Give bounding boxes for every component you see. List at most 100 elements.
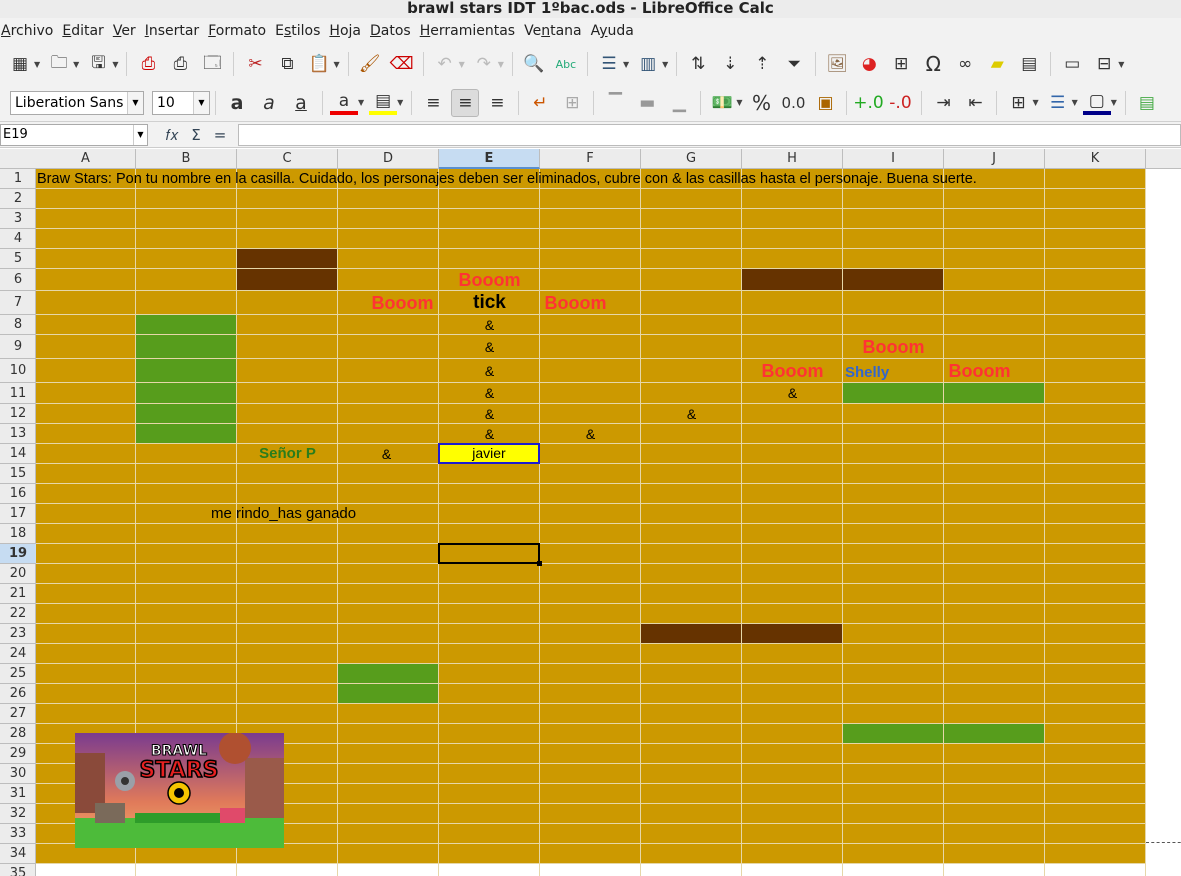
row-icon[interactable]: ☰ <box>595 50 623 78</box>
borders-icon[interactable]: ⊞ <box>1004 89 1032 117</box>
column-icon[interactable]: ▥ <box>634 50 662 78</box>
print-icon[interactable]: ⎙ <box>166 50 194 78</box>
menu-herramientas[interactable]: Herramientas <box>419 23 523 39</box>
font-size-box[interactable]: 10 ▼ <box>152 90 210 115</box>
highlight-color-icon[interactable]: ▤ <box>369 91 398 115</box>
undo-dropdown-icon[interactable]: ▼ <box>459 60 465 69</box>
menu-estilos[interactable]: Estilos <box>274 23 328 39</box>
increase-indent-icon[interactable]: ⇥ <box>929 89 957 117</box>
player-name-cell[interactable]: javier <box>438 443 540 464</box>
spelling-icon[interactable]: Abc <box>552 50 580 78</box>
sort-icon[interactable]: ⇅ <box>684 50 712 78</box>
align-left-icon[interactable]: ≡ <box>419 89 447 117</box>
find-replace-icon[interactable]: 🔍 <box>520 50 548 78</box>
italic-icon[interactable]: a <box>255 89 283 117</box>
row-header-8[interactable]: 8 <box>0 315 36 335</box>
align-bottom-icon[interactable]: ▁ <box>665 89 693 117</box>
print-preview-icon[interactable]: 🗔 <box>198 50 226 78</box>
function-wizard-icon[interactable]: 𝑓𝑥 <box>160 126 184 144</box>
export-pdf-icon[interactable]: ⎙ <box>134 50 162 78</box>
row-header-17[interactable]: 17 <box>0 504 36 524</box>
row-header-21[interactable]: 21 <box>0 584 36 604</box>
row-header-23[interactable]: 23 <box>0 624 36 644</box>
currency-dropdown-icon[interactable]: ▼ <box>736 98 742 107</box>
merge-cells-icon[interactable]: ⊞ <box>558 89 586 117</box>
date-format-icon[interactable]: ▣ <box>811 89 839 117</box>
row-header-22[interactable]: 22 <box>0 604 36 624</box>
row-header-3[interactable]: 3 <box>0 209 36 229</box>
border-style-dropdown-icon[interactable]: ▼ <box>1072 98 1078 107</box>
add-decimal-icon[interactable]: +.0 <box>853 89 883 117</box>
copy-icon[interactable]: ⧉ <box>273 50 301 78</box>
brawl-stars-image[interactable]: BRAWL STARS <box>75 733 284 848</box>
align-right-icon[interactable]: ≡ <box>483 89 511 117</box>
border-style-icon[interactable]: ☰ <box>1044 89 1072 117</box>
open-dropdown-icon[interactable]: ▼ <box>73 60 79 69</box>
row-header-32[interactable]: 32 <box>0 804 36 824</box>
font-color-icon[interactable]: a <box>330 91 358 115</box>
row-header-5[interactable]: 5 <box>0 249 36 269</box>
font-name-dropdown-icon[interactable]: ▼ <box>127 91 143 114</box>
pivot-table-icon[interactable]: ⊞ <box>887 50 915 78</box>
new-dropdown-icon[interactable]: ▼ <box>34 60 40 69</box>
column-header-f[interactable]: F <box>540 149 641 169</box>
delete-decimal-icon[interactable]: -.0 <box>886 89 914 117</box>
align-center-icon[interactable]: ≡ <box>451 88 480 117</box>
column-header-c[interactable]: C <box>237 149 338 169</box>
row-header-30[interactable]: 30 <box>0 764 36 784</box>
row-header-4[interactable]: 4 <box>0 229 36 249</box>
row-header-14[interactable]: 14 <box>0 444 36 464</box>
row-header-13[interactable]: 13 <box>0 424 36 444</box>
row-header-33[interactable]: 33 <box>0 824 36 844</box>
column-header-d[interactable]: D <box>338 149 439 169</box>
conditional-format-icon[interactable]: ▤ <box>1133 89 1161 117</box>
row-header-1[interactable]: 1 <box>0 169 36 189</box>
column-header-k[interactable]: K <box>1045 149 1146 169</box>
column-dropdown-icon[interactable]: ▼ <box>662 60 668 69</box>
decrease-indent-icon[interactable]: ⇤ <box>961 89 989 117</box>
font-color-dropdown-icon[interactable]: ▼ <box>358 98 364 107</box>
open-icon[interactable]: 🗀 <box>45 50 73 78</box>
row-header-31[interactable]: 31 <box>0 784 36 804</box>
clone-format-icon[interactable]: 🖌 <box>356 50 384 78</box>
cut-icon[interactable]: ✂ <box>241 50 269 78</box>
font-name-box[interactable]: Liberation Sans ▼ <box>10 90 144 115</box>
column-header-b[interactable]: B <box>136 149 237 169</box>
autofill-handle[interactable] <box>537 561 542 566</box>
new-icon[interactable]: ▦ <box>6 50 34 78</box>
menu-datos[interactable]: Datos <box>369 23 419 39</box>
menu-ayuda[interactable]: Ayuda <box>590 23 642 39</box>
paste-icon[interactable]: 📋 <box>305 50 333 78</box>
percent-format-icon[interactable]: % <box>747 89 775 117</box>
column-header-g[interactable]: G <box>641 149 742 169</box>
cell-cursor[interactable] <box>438 543 540 564</box>
menu-ventana[interactable]: Ventana <box>523 23 590 39</box>
save-dropdown-icon[interactable]: ▼ <box>112 60 118 69</box>
image-icon[interactable]: 🖼 <box>823 50 851 78</box>
row-header-24[interactable]: 24 <box>0 644 36 664</box>
undo-icon[interactable]: ↶ <box>431 50 459 78</box>
row-header-27[interactable]: 27 <box>0 704 36 724</box>
sheet-grid[interactable]: Braw Stars: Pon tu nombre en la casilla.… <box>36 169 1181 876</box>
font-size-dropdown-icon[interactable]: ▼ <box>193 91 209 114</box>
column-header-j[interactable]: J <box>944 149 1045 169</box>
border-color-dropdown-icon[interactable]: ▼ <box>1111 98 1117 107</box>
row-header-19[interactable]: 19 <box>0 544 36 564</box>
row-header-20[interactable]: 20 <box>0 564 36 584</box>
name-box[interactable]: E19 ▼ <box>0 123 148 146</box>
formula-input[interactable] <box>238 123 1181 146</box>
menu-ver[interactable]: Ver <box>112 23 144 39</box>
define-print-area-icon[interactable]: ▭ <box>1058 50 1086 78</box>
menu-insertar[interactable]: Insertar <box>144 23 208 39</box>
wrap-text-icon[interactable]: ↵ <box>526 89 554 117</box>
align-middle-icon[interactable]: ▬ <box>633 89 661 117</box>
row-header-28[interactable]: 28 <box>0 724 36 744</box>
column-header-a[interactable]: A <box>36 149 136 169</box>
row-header-10[interactable]: 10 <box>0 359 36 383</box>
row-header-7[interactable]: 7 <box>0 291 36 315</box>
paste-dropdown-icon[interactable]: ▼ <box>333 60 339 69</box>
column-header-h[interactable]: H <box>742 149 843 169</box>
column-header-i[interactable]: I <box>843 149 944 169</box>
row-header-2[interactable]: 2 <box>0 189 36 209</box>
row-header-6[interactable]: 6 <box>0 269 36 291</box>
